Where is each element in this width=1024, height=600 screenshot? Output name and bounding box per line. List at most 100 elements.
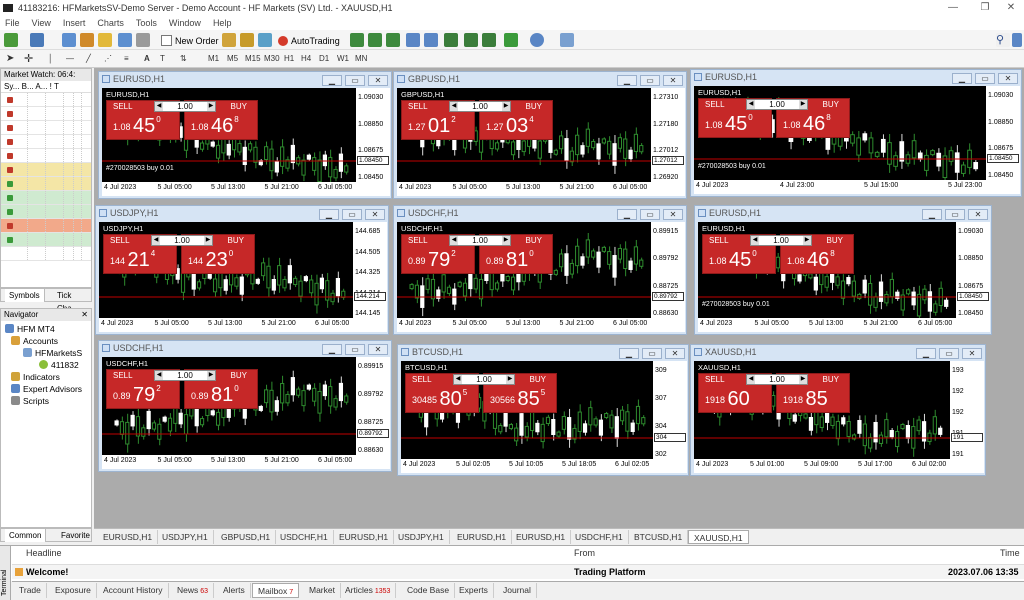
periods-icon[interactable] — [530, 33, 544, 47]
lot-increase-icon[interactable]: ▶ — [502, 102, 510, 111]
chart-window-caption[interactable]: EURUSD,H1 ▁ ▭ ✕ — [695, 206, 991, 220]
chart-window-caption[interactable]: XAUUSD,H1 ▁ ▭ ✕ — [691, 345, 985, 359]
tab-tick-chart[interactable]: Tick Cha — [53, 289, 91, 313]
chart-window[interactable]: USDCHF,H1 ▁ ▭ ✕ USDCHF,H1 SELL 0.89 792 BU… — [393, 205, 687, 335]
minimize-chart-icon[interactable]: ▁ — [922, 209, 942, 220]
vertical-line-icon[interactable]: │ — [48, 52, 53, 66]
market-icon[interactable] — [240, 33, 254, 47]
candlesticks-icon[interactable] — [368, 33, 382, 47]
lot-size-input[interactable]: ◀ 1.00 ▶ — [154, 370, 216, 381]
maximize-chart-icon[interactable]: ▭ — [945, 209, 965, 220]
terminal-tab-code-base[interactable]: Code Base — [402, 583, 456, 598]
templates-icon[interactable] — [560, 33, 574, 47]
data-window-icon[interactable] — [80, 33, 94, 47]
chart-canvas[interactable]: USDCHF,H1 SELL 0.89 792 BUY 0.89 810 ◀ 1.… — [102, 357, 356, 455]
nav-item-account[interactable]: 411832 — [39, 359, 79, 371]
terminal-icon[interactable] — [118, 33, 132, 47]
timeframe-d1[interactable]: D1 — [319, 52, 329, 66]
chart-tab[interactable]: EURUSD,H1 — [334, 530, 395, 544]
terminal-tab-news[interactable]: News 63 — [172, 583, 215, 598]
chart-window[interactable]: XAUUSD,H1 ▁ ▭ ✕ XAUUSD,H1 SELL 1918 60 BUY… — [690, 344, 986, 476]
chart-tab[interactable]: USDCHF,H1 — [275, 530, 334, 544]
lot-decrease-icon[interactable]: ◀ — [751, 236, 759, 245]
lot-increase-icon[interactable]: ▶ — [207, 371, 215, 380]
menu-tools[interactable]: Tools — [136, 16, 157, 30]
menu-insert[interactable]: Insert — [63, 16, 86, 30]
chart-window[interactable]: EURUSD,H1 ▁ ▭ ✕ EURUSD,H1 SELL 1.08 450 BU… — [690, 69, 1022, 197]
chart-window-caption[interactable]: BTCUSD,H1 ▁ ▭ ✕ — [398, 345, 688, 359]
nav-item-server[interactable]: HFMarketsS — [23, 347, 82, 359]
timeframe-m15[interactable]: M15 — [245, 52, 261, 66]
zoom-out-icon[interactable] — [424, 33, 438, 47]
chart-canvas[interactable]: BTCUSD,H1 SELL 30485 805 BUY 30566 855 ◀… — [401, 361, 653, 459]
lot-decrease-icon[interactable]: ◀ — [450, 102, 458, 111]
col-from[interactable]: From — [574, 548, 595, 558]
search-icon[interactable]: ⚲ — [996, 33, 1010, 47]
terminal-tab-experts[interactable]: Experts — [454, 583, 494, 598]
minimize-chart-icon[interactable]: ▁ — [319, 209, 339, 220]
nav-item-experts[interactable]: Expert Advisors — [11, 383, 82, 395]
minimize-chart-icon[interactable]: ▁ — [322, 75, 342, 86]
minimize-chart-icon[interactable]: ▁ — [952, 73, 972, 84]
tab-favorites[interactable]: Favorite — [57, 529, 94, 542]
lot-decrease-icon[interactable]: ◀ — [747, 100, 755, 109]
lot-increase-icon[interactable]: ▶ — [799, 375, 807, 384]
close-chart-icon[interactable]: ✕ — [368, 344, 388, 355]
chart-window[interactable]: USDCHF,H1 ▁ ▭ ✕ USDCHF,H1 SELL 0.89 792 BU… — [98, 340, 392, 472]
lot-increase-icon[interactable]: ▶ — [207, 102, 215, 111]
lot-decrease-icon[interactable]: ◀ — [152, 236, 160, 245]
chart-canvas[interactable]: EURUSD,H1 SELL 1.08 450 BUY 1.08 468 ◀ 1.… — [694, 86, 986, 180]
chart-window-caption[interactable]: USDCHF,H1 ▁ ▭ ✕ — [394, 206, 686, 220]
zoom-in-icon[interactable] — [406, 33, 420, 47]
timeframe-m5[interactable]: M5 — [227, 52, 238, 66]
lot-size-input[interactable]: ◀ 1.00 ▶ — [453, 374, 515, 385]
lot-decrease-icon[interactable]: ◀ — [454, 375, 462, 384]
navigator-close-icon[interactable]: ✕ — [81, 309, 88, 321]
minimize-chart-icon[interactable]: ▁ — [619, 348, 639, 359]
market-watch-row[interactable] — [1, 219, 91, 233]
market-watch-row[interactable] — [1, 163, 91, 177]
chart-window[interactable]: EURUSD,H1 ▁ ▭ ✕ EURUSD,H1 SELL 1.08 450 BU… — [694, 205, 992, 335]
close-chart-icon[interactable]: ✕ — [368, 75, 388, 86]
lot-decrease-icon[interactable]: ◀ — [155, 371, 163, 380]
indicators-icon[interactable] — [504, 33, 518, 47]
maximize-chart-icon[interactable]: ▭ — [640, 75, 660, 86]
close-chart-icon[interactable]: ✕ — [665, 348, 685, 359]
bar-chart-icon[interactable] — [350, 33, 364, 47]
timeframe-m30[interactable]: M30 — [264, 52, 280, 66]
minimize-chart-icon[interactable]: ▁ — [617, 75, 637, 86]
menu-file[interactable]: File — [5, 16, 20, 30]
crosshair-icon[interactable]: ✛ — [24, 52, 33, 66]
chart-tab[interactable]: USDJPY,H1 — [157, 530, 214, 544]
metaeditor-icon[interactable] — [222, 33, 236, 47]
tab-common[interactable]: Common — [5, 529, 47, 542]
minimize-chart-icon[interactable]: ▁ — [617, 209, 637, 220]
maximize-chart-icon[interactable]: ▭ — [345, 344, 365, 355]
chart-window[interactable]: BTCUSD,H1 ▁ ▭ ✕ BTCUSD,H1 SELL 30485 805 B… — [397, 344, 689, 476]
close-chart-icon[interactable]: ✕ — [998, 73, 1018, 84]
chart-tab[interactable]: EURUSD,H1 — [452, 530, 513, 544]
close-chart-icon[interactable]: ✕ — [663, 75, 683, 86]
menu-help[interactable]: Help — [213, 16, 232, 30]
account-icon[interactable] — [1012, 33, 1022, 47]
maximize-chart-icon[interactable]: ▭ — [642, 348, 662, 359]
market-watch-row[interactable] — [1, 121, 91, 135]
chart-shift-icon[interactable] — [482, 33, 496, 47]
timeframe-w1[interactable]: W1 — [337, 52, 349, 66]
chart-window[interactable]: GBPUSD,H1 ▁ ▭ ✕ GBPUSD,H1 SELL 1.27 012 BU… — [393, 71, 687, 199]
chart-window-caption[interactable]: USDJPY,H1 ▁ ▭ ✕ — [96, 206, 388, 220]
close-chart-icon[interactable]: ✕ — [962, 348, 982, 359]
fibonacci-icon[interactable]: ≡ — [124, 52, 129, 66]
navigator-icon[interactable] — [98, 33, 112, 47]
terminal-tab-articles[interactable]: Articles 1353 — [340, 583, 397, 598]
trendline-icon[interactable]: ╱ — [86, 52, 91, 66]
close-chart-icon[interactable]: ✕ — [968, 209, 988, 220]
chart-window-caption[interactable]: USDCHF,H1 ▁ ▭ ✕ — [99, 341, 391, 355]
lot-size-input[interactable]: ◀ 1.00 ▶ — [154, 101, 216, 112]
chart-window-caption[interactable]: GBPUSD,H1 ▁ ▭ ✕ — [394, 72, 686, 86]
lot-increase-icon[interactable]: ▶ — [204, 236, 212, 245]
arrows-icon[interactable]: ⇅ — [180, 52, 187, 66]
autotrading-button[interactable]: AutoTrading — [274, 32, 345, 48]
new-order-button[interactable]: New Order — [158, 32, 224, 48]
close-chart-icon[interactable]: ✕ — [663, 209, 683, 220]
